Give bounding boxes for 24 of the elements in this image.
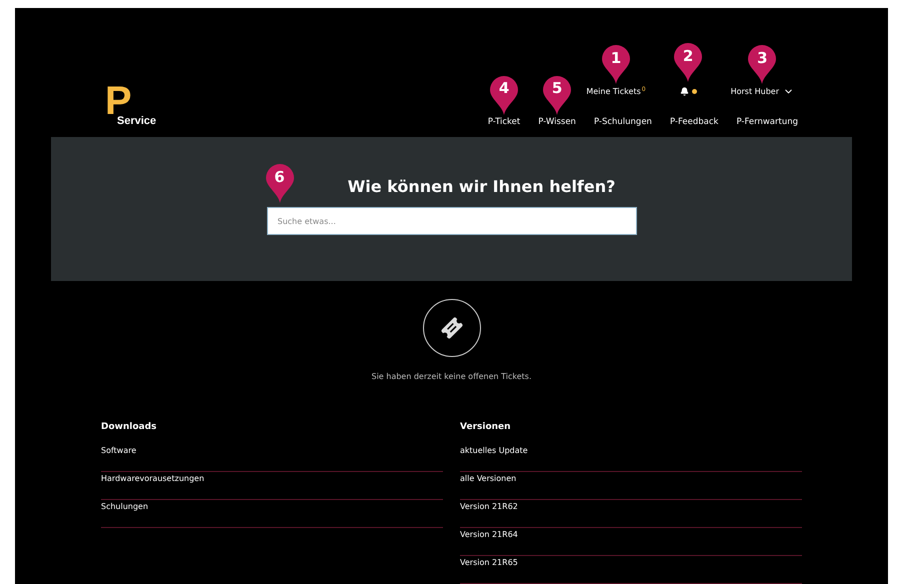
hero-title: Wie können wir Ihnen helfen?: [348, 176, 616, 198]
ticket-icon: [422, 298, 480, 356]
list-link[interactable]: Version 21R62: [460, 500, 802, 528]
list-link[interactable]: alle Versionen: [460, 472, 802, 500]
nav-link[interactable]: P-Schulungen: [594, 116, 652, 129]
list-link[interactable]: Software: [101, 444, 443, 472]
list-link[interactable]: Hardwarevorausetzungen: [101, 472, 443, 500]
marker-pin: 4: [489, 74, 520, 115]
nav-link[interactable]: P-Feedback: [670, 116, 718, 129]
marker-pin: 3: [747, 44, 778, 84]
list-heading: Versionen: [460, 420, 512, 434]
empty-tickets-message: Sie haben derzeit keine offenen Tickets.: [371, 370, 532, 382]
list-link[interactable]: aktuelles Update: [460, 444, 802, 472]
list-heading: Downloads: [101, 420, 158, 434]
list-link[interactable]: Version 21R65: [460, 556, 802, 584]
bell-icon[interactable]: [680, 87, 689, 96]
marker-pin: 6: [264, 163, 294, 204]
marker-pin: 5: [542, 74, 572, 115]
marker-pin: 1: [600, 44, 631, 84]
list-link[interactable]: Version 21R64: [460, 528, 802, 556]
marker-pin: 2: [673, 42, 704, 82]
nav-link[interactable]: P-Fernwartung: [736, 116, 798, 129]
list-link[interactable]: Schulungen: [101, 500, 443, 528]
search-field[interactable]: Suche etwas...: [266, 207, 636, 236]
